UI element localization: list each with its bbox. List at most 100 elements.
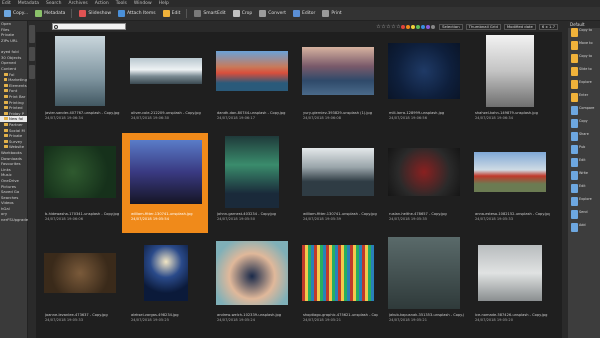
thumbnail-item[interactable]: aleksei-vargas-498234.jpg 24/07/2018 19:0… xyxy=(122,234,208,334)
action-item[interactable]: Copy to xyxy=(568,28,600,41)
color-label-filter[interactable] xyxy=(406,24,411,29)
thumbnail-image[interactable] xyxy=(130,140,202,204)
thumbnail-image[interactable] xyxy=(478,245,542,301)
color-label-filter[interactable] xyxy=(421,24,426,29)
thumbnail-image[interactable] xyxy=(388,237,460,309)
thumbnail-image[interactable] xyxy=(55,36,105,106)
thumbnail-image[interactable] xyxy=(474,152,546,192)
thumbnail-image[interactable] xyxy=(388,148,460,196)
thumbnail-filename: javier-sander-407767-unsplash - Copy.jpg xyxy=(45,111,120,115)
panel-tab-info[interactable] xyxy=(29,65,35,79)
color-label-filter[interactable] xyxy=(426,24,431,29)
thumbnail-item[interactable]: ice-nomade-587426-unsplash - Copy.jpg 24/… xyxy=(466,234,552,334)
selection-dropdown[interactable]: Selection xyxy=(439,23,463,30)
thumbnail-item[interactable]: b-hidewasha-170341-unsplash - Copy.jpg 24… xyxy=(36,133,122,233)
action-label: Write xyxy=(579,171,588,175)
menu-item-0[interactable]: Edit xyxy=(2,1,11,6)
menu-item-4[interactable]: Action xyxy=(95,1,109,6)
action-item[interactable]: Edit xyxy=(568,184,600,197)
folder-tree-panel[interactable]: Open Files Private ZIPs URL ayed fold 30 Obje… xyxy=(0,21,28,338)
action-item[interactable]: Write xyxy=(568,171,600,184)
action-item[interactable]: Compare xyxy=(568,106,600,119)
thumbnail-image[interactable] xyxy=(302,245,374,301)
thumbnail-item[interactable]: joanne-levanlee-473637 - Copy.jpg 24/07/2… xyxy=(36,234,122,334)
panel-tab-folders[interactable] xyxy=(29,25,35,43)
thumbnail-image[interactable] xyxy=(144,245,188,301)
toolbar-button-6[interactable]: Crop xyxy=(230,9,256,19)
thumbnail-image[interactable] xyxy=(225,136,279,208)
thumbnail-item[interactable]: javier-sander-407767-unsplash - Copy.jpg… xyxy=(36,32,122,132)
action-item[interactable]: Explore xyxy=(568,80,600,93)
thumbnail-item[interactable]: anna-esteso-1082152-unsplash - Copy.jpg 2… xyxy=(466,133,552,233)
thumbnail-image[interactable] xyxy=(388,43,460,99)
thumbnail-item[interactable]: oliver-cole-212209-unsplash - Copy.jpg 24… xyxy=(122,32,208,132)
thumbnail-item[interactable]: andrew-welch-102339-unsplash.jpg 24/07/20… xyxy=(208,234,294,334)
thumbnail-image[interactable] xyxy=(216,241,288,305)
toolbar-button-0[interactable]: Copy... xyxy=(1,9,31,19)
search-input[interactable] xyxy=(52,23,126,30)
thumbnail-item[interactable]: johnn-garnest-403234 - Copy.jpg 24/07/201… xyxy=(208,133,294,233)
thumbnail-image[interactable] xyxy=(302,47,374,95)
toolbar-button-8[interactable]: Editor xyxy=(290,9,318,19)
toolbar-label: Print xyxy=(331,11,342,16)
rating-star-icon[interactable]: ☆ xyxy=(391,24,395,30)
thumbnail-item[interactable]: yury-gierniev-393829-unsplash (1).jpg 24/… xyxy=(294,32,380,132)
color-label-filter[interactable] xyxy=(416,24,421,29)
toolbar-button-1[interactable]: Metadata xyxy=(32,9,68,19)
menu-item-2[interactable]: Search xyxy=(46,1,61,6)
color-label-filter[interactable] xyxy=(431,24,436,29)
menu-item-6[interactable]: Window xyxy=(134,1,152,6)
action-item[interactable]: Copy xyxy=(568,119,600,132)
action-item[interactable]: Slide to xyxy=(568,67,600,80)
rating-star-icon[interactable]: ☆ xyxy=(396,24,400,30)
view-mode-dropdown[interactable]: Thumbnail Grid xyxy=(465,23,501,30)
action-item[interactable]: Add xyxy=(568,223,600,236)
rating-star-icon[interactable]: ☆ xyxy=(381,24,385,30)
sort-dropdown[interactable]: Modified date xyxy=(503,23,536,30)
thumbnail-item[interactable]: dandh-dan-80744-unsplash - Copy.jpg 24/07… xyxy=(208,32,294,132)
rating-star-icon[interactable]: ☆ xyxy=(386,24,390,30)
thumbnail-item[interactable]: jakub-kapusnak-351353-unsplash - Copy.jp… xyxy=(380,234,466,334)
color-label-filter[interactable] xyxy=(401,24,406,29)
action-item[interactable]: Copy to xyxy=(568,54,600,67)
menu-item-3[interactable]: Archives xyxy=(69,1,88,6)
thumbnail-image[interactable] xyxy=(216,51,288,91)
thumbnail-item[interactable]: william-fitter-130741-unsplash - Copy.jp… xyxy=(294,133,380,233)
thumbnail-date: 24/07/2018 19:06:06 xyxy=(45,217,83,221)
toolbar-button-3[interactable]: Attach Items xyxy=(115,9,159,19)
action-label: Slide to xyxy=(579,67,592,71)
color-label-filter[interactable] xyxy=(411,24,416,29)
thumbnail-item[interactable]: mili-larra-128999-unsplash.jpg 24/07/2018… xyxy=(380,32,466,132)
thumbnail-image[interactable] xyxy=(44,146,116,198)
filter-bar: ☆ ☆ ☆ ☆ ☆ Selection Thumbnail Grid Modified dat… xyxy=(36,21,562,32)
thumbnail-item[interactable]: shahzel-kahn-149879-unsplash.jpg 24/07/20… xyxy=(466,32,552,132)
thumbnail-image[interactable] xyxy=(302,148,374,196)
toolbar-button-4[interactable]: Edit xyxy=(160,9,184,19)
thumbnail-item[interactable]: ruslan-helthe-478657 - Copy.jpg 24/07/201… xyxy=(380,133,466,233)
toolbar-button-5[interactable]: SmartEdit xyxy=(191,9,228,19)
thumbnail-item[interactable]: shoptiago-graphic-475621-unsplash - Copy… xyxy=(294,234,380,334)
toolbar-button-7[interactable]: Convert xyxy=(256,9,289,19)
menu-bar: Edit Metadata Search Archives Action Tools Win… xyxy=(0,0,600,7)
toolbar-button-2[interactable]: Slideshow xyxy=(76,9,114,19)
action-item[interactable]: Enter xyxy=(568,93,600,106)
action-item[interactable]: Share xyxy=(568,132,600,145)
action-item[interactable]: Move to xyxy=(568,41,600,54)
menu-item-1[interactable]: Metadata xyxy=(18,1,39,6)
thumbnail-image[interactable] xyxy=(130,58,202,84)
action-item[interactable]: Explore xyxy=(568,197,600,210)
rating-star-icon[interactable]: ☆ xyxy=(376,24,380,30)
menu-item-5[interactable]: Tools xyxy=(116,1,127,6)
action-item[interactable]: Send xyxy=(568,210,600,223)
action-item[interactable]: Pub xyxy=(568,145,600,158)
thumbnail-filename: joanne-levanlee-473637 - Copy.jpg xyxy=(45,313,108,317)
tree-item[interactable]: nerFSUpgrade xyxy=(0,217,28,223)
thumbnail-image[interactable] xyxy=(486,35,534,107)
action-item[interactable]: Edit xyxy=(568,158,600,171)
menu-item-7[interactable]: Help xyxy=(159,1,169,6)
toolbar-button-9[interactable]: Print xyxy=(319,9,344,19)
panel-tab-catalog[interactable] xyxy=(29,47,35,61)
thumbnail-item[interactable]: william-fitter-130741-unsplash.jpg 24/07/… xyxy=(122,133,208,233)
thumbnail-size-dropdown[interactable]: 6 x 1.7 xyxy=(538,23,558,30)
thumbnail-image[interactable] xyxy=(44,253,116,293)
